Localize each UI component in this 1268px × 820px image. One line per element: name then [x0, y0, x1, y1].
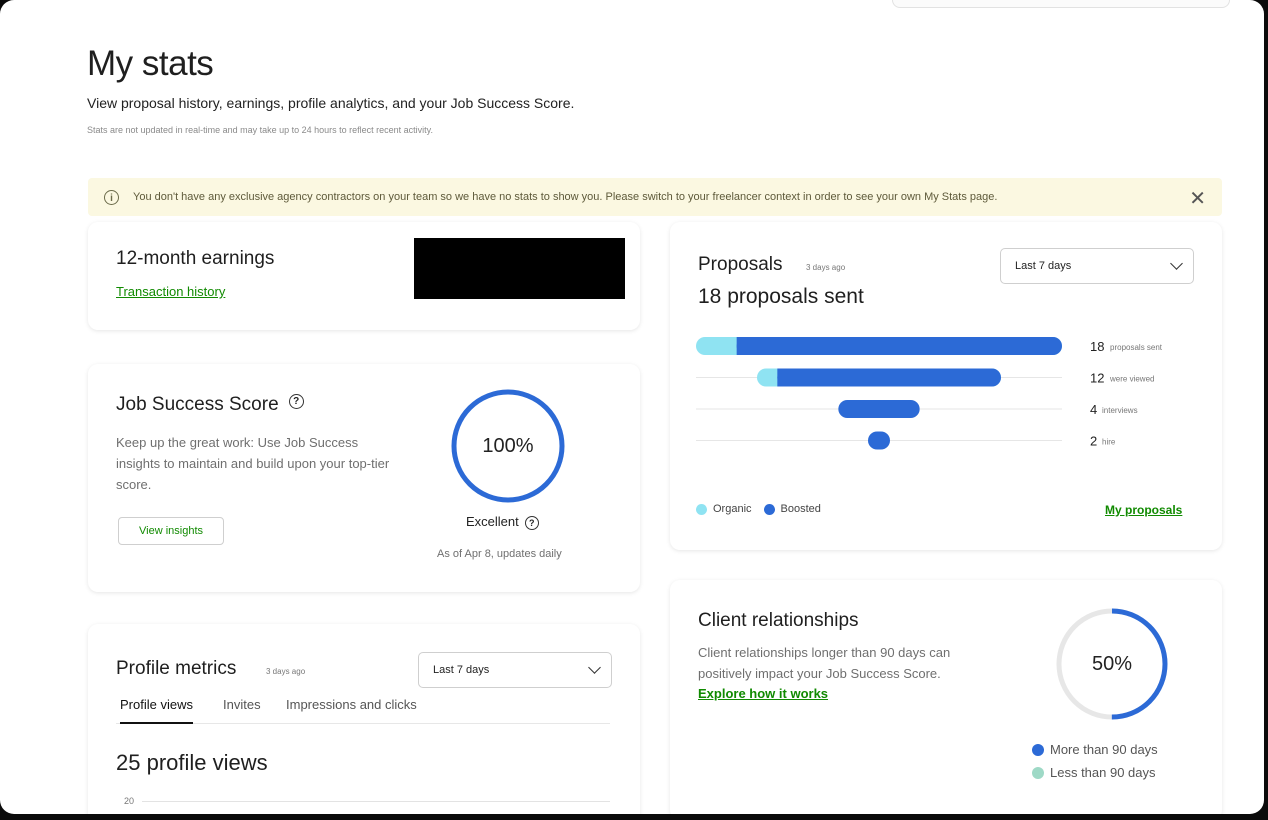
- tab-impressions-and-clicks[interactable]: Impressions and clicks: [286, 697, 417, 722]
- legend-label-boosted: Boosted: [780, 503, 821, 515]
- view-insights-button[interactable]: View insights: [118, 517, 224, 545]
- chevron-down-icon: [1170, 257, 1183, 270]
- funnel-number: 18: [1090, 339, 1104, 354]
- funnel-number: 4: [1090, 402, 1097, 417]
- job-success-card: Job Success Score? Keep up the great wor…: [88, 364, 640, 592]
- earnings-card: 12-month earnings Transaction history: [88, 222, 640, 330]
- client-relationships-ring: 50%: [1054, 606, 1170, 722]
- funnel-label: proposals sent: [1110, 343, 1163, 352]
- explore-how-it-works-link[interactable]: Explore how it works: [698, 686, 828, 701]
- info-banner: i You don't have any exclusive agency co…: [88, 178, 1222, 216]
- proposals-period-select[interactable]: Last 7 days: [1000, 248, 1194, 284]
- jss-rating-text: Excellent: [466, 514, 519, 529]
- legend-item-organic: Organic: [696, 503, 752, 515]
- funnel-bar-boosted: [777, 368, 1001, 387]
- boosted-dot-icon: [763, 503, 775, 515]
- jss-title: Job Success Score?: [116, 394, 304, 416]
- chart-axis-label: 20: [124, 796, 135, 806]
- funnel-bar-boosted: [736, 337, 1062, 355]
- top-search-bar[interactable]: [892, 0, 1230, 8]
- profile-metrics-card: Profile metrics 3 days ago Last 7 days P…: [88, 624, 640, 814]
- jss-as-of: As of Apr 8, updates daily: [437, 548, 562, 560]
- client-percent: 50%: [1091, 653, 1133, 675]
- funnel-bar-boosted-edge: [736, 337, 746, 355]
- page-note: Stats are not updated in real-time and m…: [87, 125, 434, 135]
- funnel-bar-boosted: [868, 431, 890, 450]
- proposals-card: Proposals 3 days ago 18 proposals sent L…: [670, 222, 1222, 550]
- chevron-down-icon: [588, 661, 601, 674]
- banner-message: You don't have any exclusive agency cont…: [133, 191, 998, 203]
- funnel-number: 12: [1090, 371, 1104, 386]
- client-relationships-title: Client relationships: [698, 610, 859, 631]
- info-icon: i: [104, 189, 119, 205]
- funnel-label: hire: [1102, 438, 1116, 447]
- page-title: My stats: [87, 44, 214, 83]
- legend-item-boosted: Boosted: [763, 503, 821, 515]
- jss-score: 100%: [482, 435, 534, 457]
- jss-description: Keep up the great work: Use Job Success …: [116, 435, 390, 492]
- more-than-90-dot-icon: [1032, 743, 1044, 756]
- profile-metrics-title: Profile metrics: [116, 658, 237, 679]
- chart-gridline: [142, 801, 610, 802]
- proposals-title: Proposals: [698, 254, 783, 275]
- legend-item-less-than-90: Less than 90 days: [1032, 765, 1158, 780]
- proposals-count: 18 proposals sent: [698, 285, 864, 308]
- client-legend: More than 90 days Less than 90 days: [1032, 742, 1158, 788]
- tab-profile-views[interactable]: Profile views: [120, 697, 193, 724]
- app-window: My stats View proposal history, earnings…: [0, 0, 1264, 814]
- page-subtitle: View proposal history, earnings, profile…: [87, 95, 575, 111]
- jss-ring: 100%: [450, 388, 566, 504]
- proposals-updated: 3 days ago: [806, 263, 846, 272]
- profile-metrics-tabs: Profile views Invites Impressions and cl…: [116, 697, 610, 724]
- transaction-history-link[interactable]: Transaction history: [116, 284, 225, 299]
- proposals-funnel-chart: 18 proposals sent 12 were viewed 4 interviews…: [696, 337, 1163, 450]
- jss-rating: Excellent?: [466, 514, 539, 530]
- organic-dot-icon: [696, 503, 707, 515]
- redacted-earnings-value: [414, 238, 625, 299]
- legend-label-less-than-90: Less than 90 days: [1050, 765, 1156, 780]
- jss-title-text: Job Success Score: [116, 394, 279, 415]
- legend-label-more-than-90: More than 90 days: [1050, 742, 1158, 757]
- funnel-bar-boosted: [838, 400, 920, 418]
- my-proposals-link[interactable]: My proposals: [1105, 503, 1182, 517]
- legend-label-organic: Organic: [713, 503, 752, 515]
- earnings-title: 12-month earnings: [116, 248, 275, 269]
- profile-metrics-period-value: Last 7 days: [433, 664, 490, 676]
- help-icon[interactable]: ?: [524, 515, 539, 530]
- client-relationships-card: Client relationships Client relationship…: [670, 580, 1222, 814]
- funnel-label: interviews: [1102, 406, 1138, 415]
- funnel-label: were viewed: [1109, 375, 1154, 384]
- help-icon[interactable]: ?: [288, 394, 304, 410]
- funnel-bar-boosted-edge: [777, 368, 787, 387]
- legend-item-more-than-90: More than 90 days: [1032, 742, 1158, 757]
- close-icon[interactable]: ✕: [1189, 186, 1206, 211]
- client-relationships-description: Client relationships longer than 90 days…: [698, 645, 951, 681]
- profile-metrics-period-select[interactable]: Last 7 days: [418, 652, 612, 688]
- proposals-legend: Organic Boosted: [696, 503, 833, 515]
- profile-metrics-updated: 3 days ago: [266, 667, 306, 676]
- profile-views-count: 25 profile views: [116, 750, 268, 775]
- funnel-number: 2: [1090, 434, 1097, 449]
- proposals-period-value: Last 7 days: [1015, 260, 1072, 272]
- tab-invites[interactable]: Invites: [223, 697, 261, 722]
- less-than-90-dot-icon: [1032, 766, 1044, 779]
